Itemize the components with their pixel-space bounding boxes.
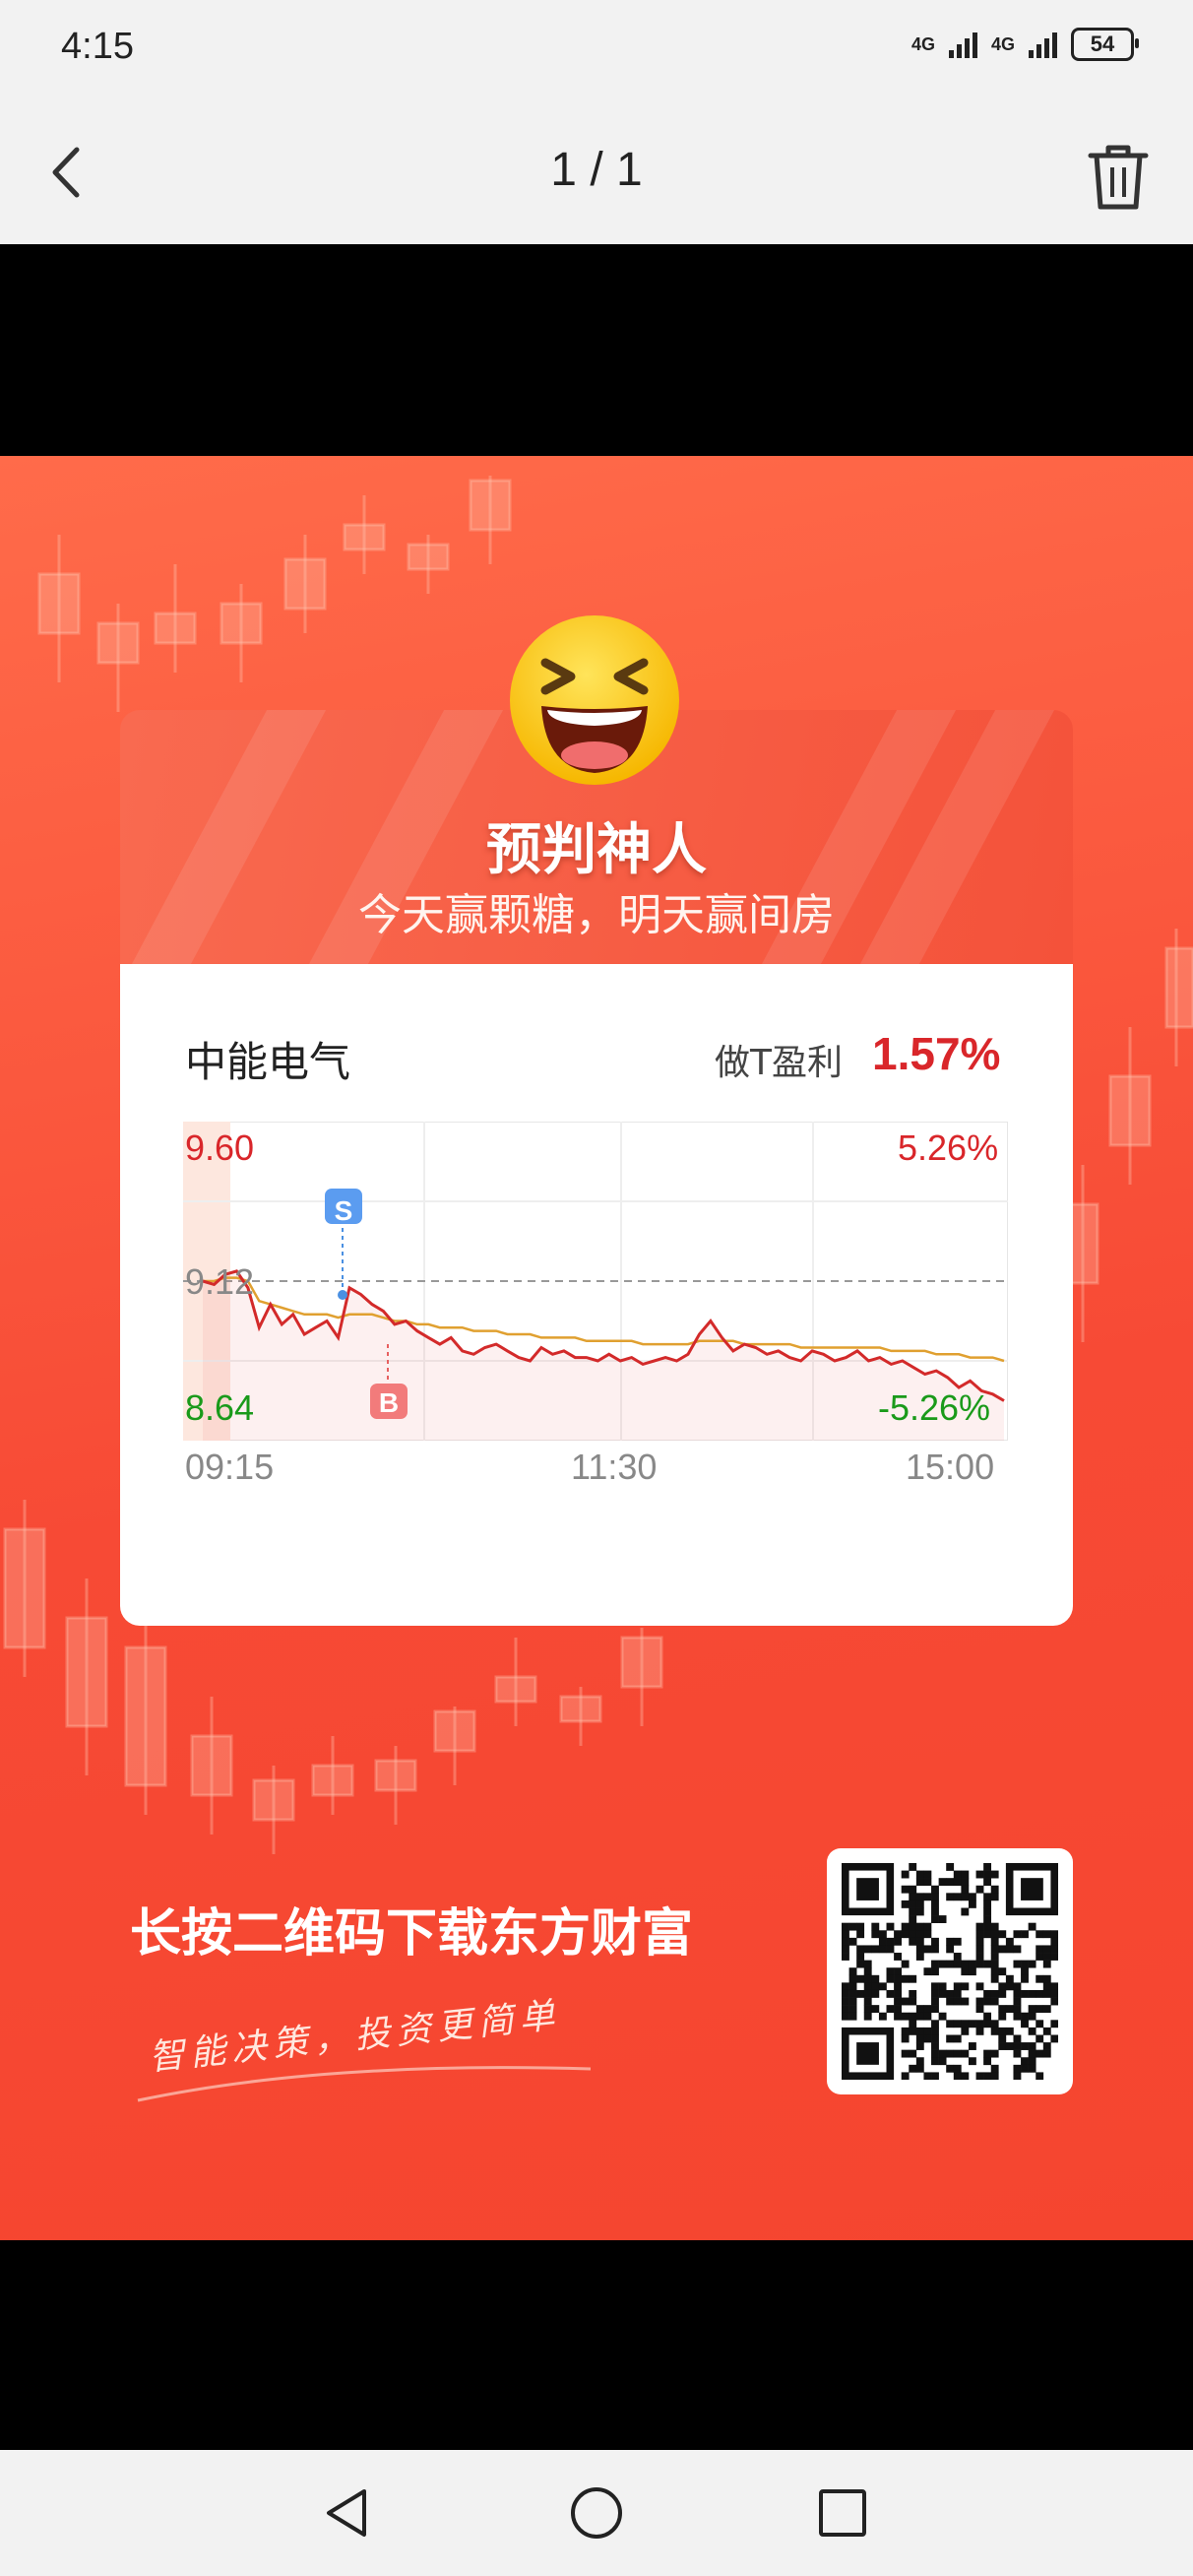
x-tick-open: 09:15: [185, 1447, 275, 1487]
image-counter: 1 / 1: [550, 144, 643, 196]
battery-icon: 54: [1071, 28, 1139, 61]
qr-code-card[interactable]: [827, 1848, 1073, 2094]
signal-icon: [1029, 31, 1057, 58]
x-tick-mid: 11:30: [571, 1447, 658, 1487]
nav-back-icon[interactable]: [317, 2483, 376, 2543]
delete-icon[interactable]: [1079, 138, 1158, 217]
y-tick-bottom: 8.64: [185, 1387, 255, 1428]
y-tick-top: 9.60: [185, 1127, 255, 1168]
signal-icon: [948, 31, 977, 58]
qr-code[interactable]: [842, 1863, 1058, 2080]
status-indicators: 4G 4G 54: [910, 28, 1139, 61]
download-cta: 长按二维码下载东方财富: [130, 1904, 694, 1964]
svg-text:S: S: [335, 1195, 353, 1226]
x-tick-close: 15:00: [906, 1447, 995, 1487]
pct-tick-bottom: -5.26%: [878, 1387, 991, 1428]
subtitle: 今天赢颗糖，明天赢间房: [358, 890, 835, 940]
y-tick-mid: 9.12: [185, 1261, 255, 1302]
laughing-emoji-icon: [510, 615, 679, 785]
stock-name: 中能电气: [185, 1038, 351, 1086]
viewer-toolbar: 1 / 1: [0, 98, 1193, 244]
system-nav-bar: [0, 2450, 1193, 2576]
nav-recents-icon[interactable]: [813, 2483, 872, 2543]
headline: 预判神人: [486, 818, 707, 882]
profit-label: 做T盈利: [715, 1043, 843, 1083]
network-type-2: 4G: [990, 33, 1015, 54]
network-type-1: 4G: [910, 33, 935, 54]
share-poster-image: 预判神人 今天赢颗糖，明天赢间房 中能电气 做T盈利 1.57% S B 9.6…: [0, 456, 1193, 2240]
status-time: 4:15: [61, 26, 134, 67]
profit-value: 1.57%: [872, 1028, 1001, 1079]
svg-text:B: B: [379, 1387, 399, 1418]
pct-tick-top: 5.26%: [898, 1127, 999, 1168]
status-bar: 4:15 4G 4G 54: [0, 0, 1193, 98]
nav-home-icon[interactable]: [567, 2483, 626, 2543]
slogan-swoosh: [137, 2066, 592, 2102]
